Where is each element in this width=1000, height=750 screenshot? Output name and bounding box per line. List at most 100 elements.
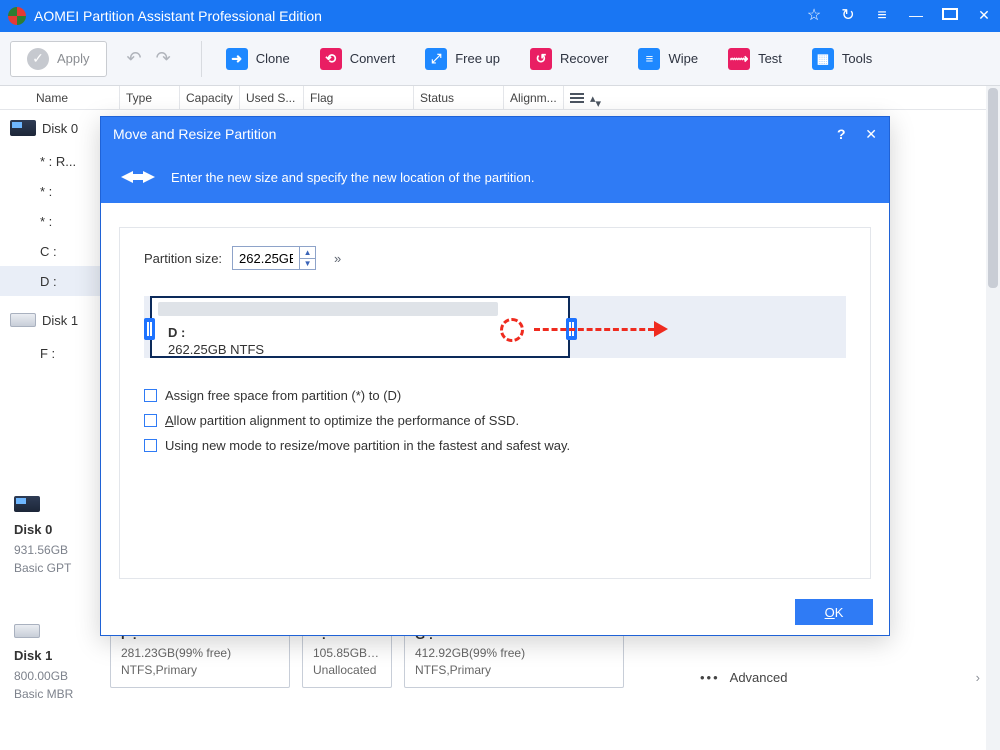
col-name[interactable]: Name bbox=[30, 86, 120, 109]
expand-icon[interactable] bbox=[334, 251, 339, 266]
spinner-down[interactable]: ▼ bbox=[300, 259, 315, 270]
close-button[interactable] bbox=[976, 8, 992, 24]
wipe-icon: ≡ bbox=[638, 48, 660, 70]
help-button[interactable] bbox=[831, 124, 851, 144]
diskmap-name: Disk 1 bbox=[14, 648, 96, 663]
disk-name: Disk 1 bbox=[42, 313, 78, 328]
spinner-up[interactable]: ▲ bbox=[300, 247, 315, 259]
tool-group: ➜Clone ⟲Convert ⤢Free up ↺Recover ≡Wipe … bbox=[226, 48, 873, 70]
dialog-body: Partition size: ▲ ▼ D : 262.25GB NTFS bbox=[119, 227, 871, 579]
dialog-title: Move and Resize Partition bbox=[113, 126, 276, 142]
tool-label: Free up bbox=[455, 51, 500, 66]
diskmap-type: Basic GPT bbox=[14, 559, 96, 577]
col-capacity[interactable]: Capacity bbox=[180, 86, 240, 109]
checkbox-allow-alignment[interactable]: Allow partition alignment to optimize th… bbox=[144, 413, 846, 428]
checkbox-label: Allow partition alignment to optimize th… bbox=[165, 413, 519, 428]
dialog-subheader: Enter the new size and specify the new l… bbox=[101, 151, 889, 203]
move-resize-dialog: Move and Resize Partition Enter the new … bbox=[100, 116, 890, 636]
partition-row[interactable]: * : bbox=[0, 176, 100, 206]
col-flag[interactable]: Flag bbox=[304, 86, 414, 109]
disk-icon bbox=[10, 120, 36, 136]
dialog-close-button[interactable] bbox=[865, 126, 877, 143]
checkbox-icon[interactable] bbox=[144, 389, 157, 402]
disk-icon bbox=[14, 496, 40, 512]
disk-row-disk0[interactable]: Disk 0 bbox=[0, 110, 100, 146]
disk-row-disk1[interactable]: Disk 1 bbox=[0, 302, 100, 338]
col-type[interactable]: Type bbox=[120, 86, 180, 109]
column-headers: Name Type Capacity Used S... Flag Status… bbox=[0, 86, 1000, 110]
tool-label: Tools bbox=[842, 51, 872, 66]
test-icon: ⟿ bbox=[728, 48, 750, 70]
advanced-label: Advanced bbox=[730, 670, 788, 685]
redo-button[interactable]: ↷ bbox=[156, 48, 171, 69]
spinner: ▲ ▼ bbox=[299, 247, 315, 269]
minimize-button[interactable] bbox=[908, 8, 924, 24]
col-used[interactable]: Used S... bbox=[240, 86, 304, 109]
segment-size: 412.92GB(99% free) bbox=[415, 646, 613, 660]
partition-size-input-wrap: ▲ ▼ bbox=[232, 246, 316, 270]
favorite-icon[interactable] bbox=[806, 8, 822, 24]
tool-clone[interactable]: ➜Clone bbox=[226, 48, 290, 70]
tool-freeup[interactable]: ⤢ Free up bbox=[425, 48, 500, 70]
list-view-icon[interactable] bbox=[570, 93, 584, 103]
partition-size-row: Partition size: ▲ ▼ bbox=[144, 246, 846, 270]
apply-label: Apply bbox=[57, 51, 90, 66]
tool-convert[interactable]: ⟲Convert bbox=[320, 48, 396, 70]
diskmap-size: 931.56GB bbox=[14, 541, 96, 559]
tool-label: Clone bbox=[256, 51, 290, 66]
checkbox-new-mode[interactable]: Using new mode to resize/move partition … bbox=[144, 438, 846, 453]
dialog-footer: OK bbox=[101, 589, 889, 635]
ok-button[interactable]: OK bbox=[795, 599, 873, 625]
ellipsis-icon: ••• bbox=[700, 670, 720, 685]
partition-bar: D : 262.25GB NTFS bbox=[144, 296, 846, 366]
disk-name: Disk 0 bbox=[42, 121, 78, 136]
freeup-icon: ⤢ bbox=[425, 48, 447, 70]
diskmap-type: Basic MBR bbox=[14, 685, 96, 703]
tool-recover[interactable]: ↺Recover bbox=[530, 48, 608, 70]
segment-fs: NTFS,Primary bbox=[415, 663, 613, 677]
scrollbar-thumb[interactable] bbox=[988, 88, 998, 288]
resize-handle-left[interactable] bbox=[144, 318, 155, 340]
col-alignment[interactable]: Alignm... bbox=[504, 86, 564, 109]
diskmap-size: 800.00GB bbox=[14, 667, 96, 685]
checkbox-icon[interactable] bbox=[144, 439, 157, 452]
partition-size-input[interactable] bbox=[233, 251, 299, 266]
menu-icon[interactable] bbox=[874, 8, 890, 24]
tool-tools[interactable]: ▦ Tools bbox=[812, 48, 872, 70]
checkbox-assign-free-space[interactable]: Assign free space from partition (*) to … bbox=[144, 388, 846, 403]
tool-wipe[interactable]: ≡ Wipe bbox=[638, 48, 698, 70]
app-logo bbox=[8, 7, 26, 25]
convert-icon: ⟲ bbox=[320, 48, 342, 70]
partition-size-label: Partition size: bbox=[144, 251, 222, 266]
partition-row[interactable]: * : bbox=[0, 206, 100, 236]
partition-row[interactable]: * : R... bbox=[0, 146, 100, 176]
tool-label: Test bbox=[758, 51, 782, 66]
checkbox-label: Assign free space from partition (*) to … bbox=[165, 388, 401, 403]
ok-rest: K bbox=[835, 605, 844, 620]
partition-info-label: 262.25GB NTFS bbox=[168, 342, 264, 357]
tool-label: Wipe bbox=[668, 51, 698, 66]
refresh-icon[interactable] bbox=[840, 8, 856, 24]
dialog-subtitle: Enter the new size and specify the new l… bbox=[171, 170, 535, 185]
app-title: AOMEI Partition Assistant Professional E… bbox=[34, 8, 806, 24]
tool-test[interactable]: ⟿ Test bbox=[728, 48, 782, 70]
vertical-scrollbar[interactable] bbox=[986, 86, 1000, 750]
col-status[interactable]: Status bbox=[414, 86, 504, 109]
titlebar: AOMEI Partition Assistant Professional E… bbox=[0, 0, 1000, 32]
maximize-button[interactable] bbox=[942, 8, 958, 24]
segment-fs: Unallocated bbox=[313, 663, 381, 677]
tool-label: Recover bbox=[560, 51, 608, 66]
annotation-circle bbox=[500, 318, 524, 342]
diskmap-label: Disk 1 800.00GB Basic MBR bbox=[10, 618, 100, 736]
checkbox-icon[interactable] bbox=[144, 414, 157, 427]
partition-row-selected[interactable]: D : bbox=[0, 266, 100, 296]
disk-icon bbox=[14, 624, 40, 638]
partition-row[interactable]: F : bbox=[0, 338, 100, 368]
tools-icon: ▦ bbox=[812, 48, 834, 70]
resize-arrows-icon bbox=[121, 166, 155, 188]
undo-button[interactable]: ↶ bbox=[127, 48, 142, 69]
apply-button[interactable]: ✓ Apply bbox=[10, 41, 107, 77]
sort-icon[interactable] bbox=[590, 91, 602, 105]
partition-row[interactable]: C : bbox=[0, 236, 100, 266]
segment-size: 105.85GB(10... bbox=[313, 646, 381, 660]
